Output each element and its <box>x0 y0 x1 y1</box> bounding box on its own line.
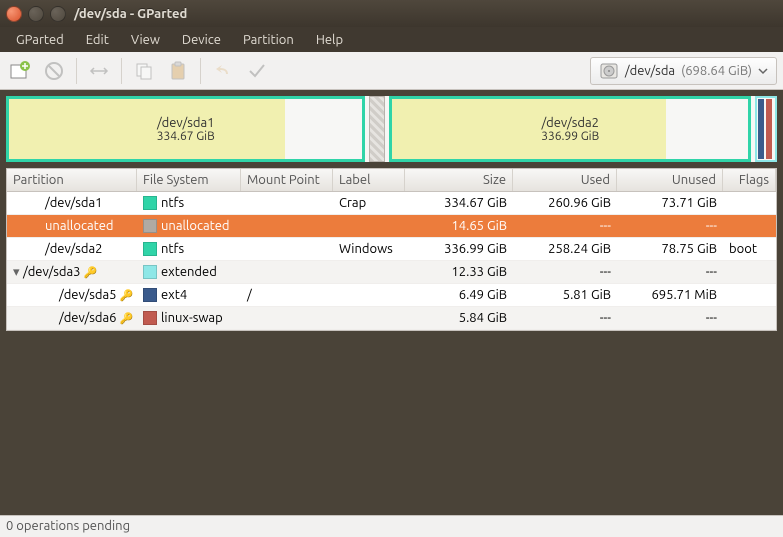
visual-partition-sda2[interactable]: /dev/sda2 336.99 GiB <box>389 96 751 162</box>
table-row[interactable]: /dev/sda2ntfsWindows336.99 GiB258.24 GiB… <box>7 238 776 261</box>
fs-swatch <box>143 288 157 302</box>
titlebar: /dev/sda - GParted <box>0 0 783 27</box>
col-partition[interactable]: Partition <box>7 169 137 191</box>
table-row[interactable]: /dev/sda5🔑ext4/6.49 GiB5.81 GiB695.71 Mi… <box>7 284 776 307</box>
visual-unallocated[interactable] <box>369 96 385 162</box>
apply-button <box>243 57 271 85</box>
visual-fill <box>392 99 666 159</box>
visual-size: 334.67 GiB <box>157 130 215 143</box>
menu-help[interactable]: Help <box>306 30 353 50</box>
col-mountpoint[interactable]: Mount Point <box>241 169 333 191</box>
menu-partition[interactable]: Partition <box>233 30 304 50</box>
separator <box>121 58 122 84</box>
toolbar: /dev/sda (698.64 GiB) <box>0 52 783 90</box>
fs-swatch <box>143 242 157 256</box>
resize-button <box>85 57 113 85</box>
menu-gparted[interactable]: GParted <box>6 30 74 50</box>
visual-partition-sda1[interactable]: /dev/sda1 334.67 GiB <box>6 96 365 162</box>
menu-edit[interactable]: Edit <box>76 30 119 50</box>
table-body: /dev/sda1ntfsCrap334.67 GiB260.96 GiB73.… <box>7 192 776 330</box>
device-size: (698.64 GiB) <box>681 64 752 78</box>
visual-label: /dev/sda2 <box>541 116 599 130</box>
device-name: /dev/sda <box>625 64 675 78</box>
table-header: Partition File System Mount Point Label … <box>7 169 776 192</box>
undo-button <box>209 57 237 85</box>
partition-visual: /dev/sda1 334.67 GiB /dev/sda2 336.99 Gi… <box>6 96 777 162</box>
menu-view[interactable]: View <box>121 30 170 50</box>
new-partition-button[interactable] <box>6 57 34 85</box>
visual-extended[interactable] <box>755 96 777 162</box>
minimize-icon[interactable] <box>28 6 44 22</box>
fs-swatch <box>143 196 157 210</box>
delete-button <box>40 57 68 85</box>
separator <box>76 58 77 84</box>
window-controls <box>6 6 66 22</box>
paste-button <box>164 57 192 85</box>
table-row[interactable]: /dev/sda1ntfsCrap334.67 GiB260.96 GiB73.… <box>7 192 776 215</box>
visual-fill <box>9 99 285 159</box>
menubar: GParted Edit View Device Partition Help <box>0 27 783 52</box>
table-row[interactable]: ▾/dev/sda3🔑extended12.33 GiB------ <box>7 261 776 284</box>
fs-swatch <box>143 311 157 325</box>
visual-sda5 <box>758 99 764 159</box>
window-title: /dev/sda - GParted <box>74 7 187 21</box>
menu-device[interactable]: Device <box>172 30 231 50</box>
statusbar: 0 operations pending <box>0 515 783 537</box>
disk-icon <box>599 61 619 81</box>
copy-button <box>130 57 158 85</box>
visual-size: 336.99 GiB <box>541 130 599 143</box>
fs-swatch <box>143 265 157 279</box>
chevron-down-icon <box>758 66 768 76</box>
col-size[interactable]: Size <box>405 169 513 191</box>
visual-sda6 <box>766 99 772 159</box>
col-filesystem[interactable]: File System <box>137 169 241 191</box>
lock-icon: 🔑 <box>120 290 134 302</box>
visual-label: /dev/sda1 <box>157 116 215 130</box>
status-text: 0 operations pending <box>6 519 130 533</box>
partition-table: Partition File System Mount Point Label … <box>6 168 777 331</box>
lock-icon: 🔑 <box>120 313 134 325</box>
col-unused[interactable]: Unused <box>617 169 723 191</box>
table-row[interactable]: /dev/sda6🔑linux-swap5.84 GiB------ <box>7 307 776 330</box>
table-row[interactable]: unallocatedunallocated14.65 GiB------ <box>7 215 776 238</box>
col-label[interactable]: Label <box>333 169 405 191</box>
maximize-icon[interactable] <box>50 6 66 22</box>
close-icon[interactable] <box>6 6 22 22</box>
lock-icon: 🔑 <box>84 267 98 279</box>
separator <box>200 58 201 84</box>
device-selector[interactable]: /dev/sda (698.64 GiB) <box>590 57 777 85</box>
col-flags[interactable]: Flags <box>723 169 776 191</box>
col-used[interactable]: Used <box>513 169 617 191</box>
fs-swatch <box>143 219 157 233</box>
